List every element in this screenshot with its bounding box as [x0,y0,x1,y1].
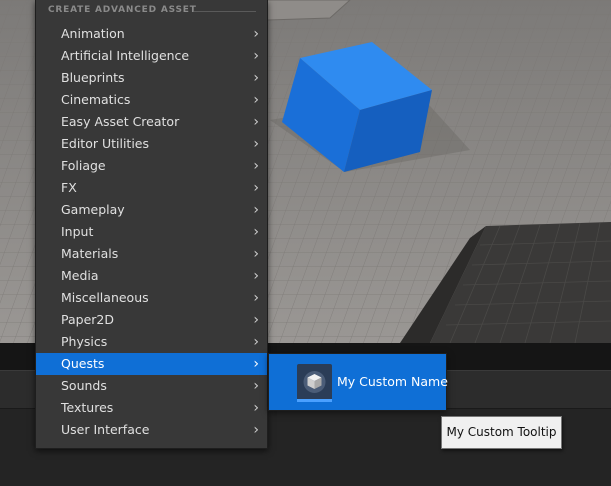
chevron-right-icon: › [253,312,259,328]
menu-item-label: Input [61,224,94,239]
quests-submenu: My Custom Name [268,353,448,411]
menu-item-fx[interactable]: FX › [36,177,267,199]
menu-item-label: Physics [61,334,108,349]
menu-item-materials[interactable]: Materials › [36,243,267,265]
chevron-right-icon: › [253,70,259,86]
menu-item-label: Materials [61,246,119,261]
tooltip: My Custom Tooltip [441,416,562,449]
chevron-right-icon: › [253,224,259,240]
chevron-right-icon: › [253,334,259,350]
submenu-item-my-custom-name[interactable]: My Custom Name [269,354,448,410]
icon-type-underline [297,399,332,402]
chevron-right-icon: › [253,48,259,64]
menu-item-label: Cinematics [61,92,131,107]
chevron-right-icon: › [253,378,259,394]
chevron-right-icon: › [253,422,259,438]
menu-item-label: Media [61,268,99,283]
chevron-right-icon: › [253,180,259,196]
menu-item-textures[interactable]: Textures › [36,397,267,419]
chevron-right-icon: › [253,92,259,108]
menu-item-label: Blueprints [61,70,125,85]
menu-item-label: Quests [61,356,105,371]
chevron-right-icon: › [253,158,259,174]
create-advanced-asset-menu: CREATE ADVANCED ASSET Animation › Artifici… [35,0,268,449]
chevron-right-icon: › [253,268,259,284]
menu-section-header: CREATE ADVANCED ASSET [48,5,197,15]
menu-item-artificial-intelligence[interactable]: Artificial Intelligence › [36,45,267,67]
menu-header-divider [194,11,256,12]
menu-item-label: User Interface [61,422,150,437]
menu-item-label: Miscellaneous [61,290,149,305]
chevron-right-icon: › [253,400,259,416]
asset-cube-icon [297,364,332,401]
menu-item-physics[interactable]: Physics › [36,331,267,353]
menu-item-label: Textures [61,400,114,415]
menu-item-gameplay[interactable]: Gameplay › [36,199,267,221]
chevron-right-icon: › [253,246,259,262]
chevron-right-icon: › [253,114,259,130]
submenu-item-label: My Custom Name [337,374,448,389]
menu-item-paper2d[interactable]: Paper2D › [36,309,267,331]
menu-item-label: Animation [61,26,125,41]
menu-item-quests[interactable]: Quests › [36,353,267,375]
menu-item-easy-asset-creator[interactable]: Easy Asset Creator › [36,111,267,133]
menu-item-user-interface[interactable]: User Interface › [36,419,267,441]
menu-item-label: Foliage [61,158,106,173]
menu-item-input[interactable]: Input › [36,221,267,243]
menu-item-sounds[interactable]: Sounds › [36,375,267,397]
chevron-right-icon: › [253,290,259,306]
menu-item-label: Sounds [61,378,107,393]
menu-item-animation[interactable]: Animation › [36,23,267,45]
menu-item-miscellaneous[interactable]: Miscellaneous › [36,287,267,309]
menu-item-media[interactable]: Media › [36,265,267,287]
menu-item-label: Artificial Intelligence [61,48,190,63]
menu-item-cinematics[interactable]: Cinematics › [36,89,267,111]
menu-item-label: FX [61,180,77,195]
menu-item-blueprints[interactable]: Blueprints › [36,67,267,89]
menu-item-label: Editor Utilities [61,136,150,151]
menu-item-label: Paper2D [61,312,114,327]
menu-item-foliage[interactable]: Foliage › [36,155,267,177]
chevron-right-icon: › [253,202,259,218]
chevron-right-icon: › [253,136,259,152]
menu-item-label: Easy Asset Creator [61,114,180,129]
chevron-right-icon: › [253,26,259,42]
chevron-right-icon: › [253,356,259,372]
menu-item-editor-utilities[interactable]: Editor Utilities › [36,133,267,155]
menu-item-label: Gameplay [61,202,125,217]
